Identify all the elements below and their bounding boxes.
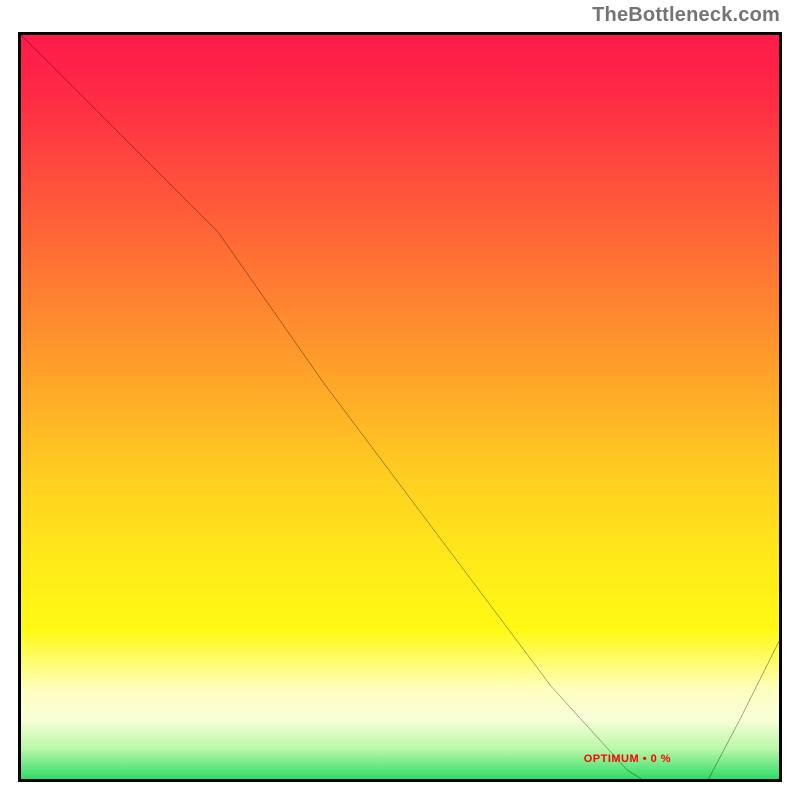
chart-curve-svg bbox=[21, 35, 779, 782]
chart-plot-area: OPTIMUM • 0 % bbox=[18, 32, 782, 782]
optimum-annotation: OPTIMUM • 0 % bbox=[584, 753, 671, 765]
bottleneck-line bbox=[21, 35, 779, 782]
attribution-text: TheBottleneck.com bbox=[592, 4, 780, 27]
bottleneck-chart: { "attribution": "TheBottleneck.com", "a… bbox=[0, 0, 800, 800]
